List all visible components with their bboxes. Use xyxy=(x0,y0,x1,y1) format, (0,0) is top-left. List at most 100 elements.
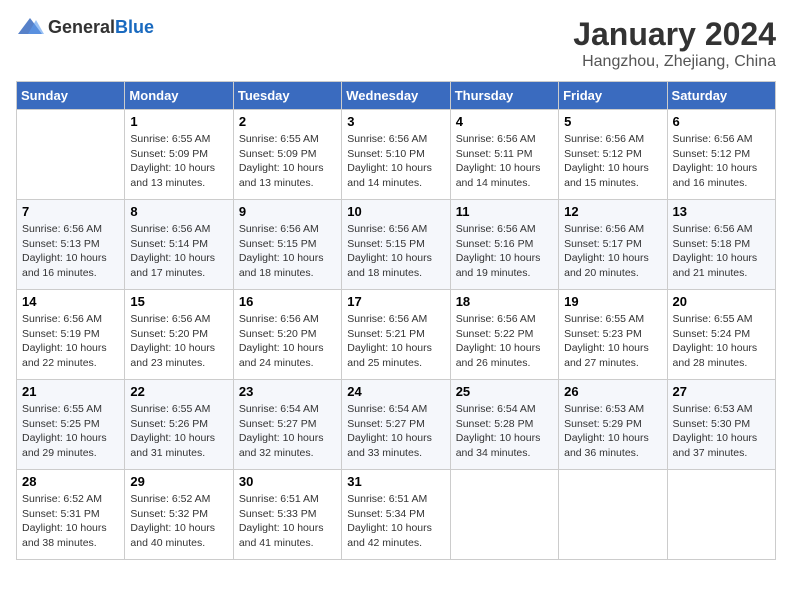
day-number: 23 xyxy=(239,384,336,399)
day-detail: Sunrise: 6:55 AM Sunset: 5:26 PM Dayligh… xyxy=(130,402,227,461)
day-number: 27 xyxy=(673,384,770,399)
day-number: 12 xyxy=(564,204,661,219)
day-header-sunday: Sunday xyxy=(17,82,125,110)
day-detail: Sunrise: 6:52 AM Sunset: 5:31 PM Dayligh… xyxy=(22,492,119,551)
day-number: 20 xyxy=(673,294,770,309)
day-number: 28 xyxy=(22,474,119,489)
day-number: 29 xyxy=(130,474,227,489)
header: GeneralBlue January 2024 Hangzhou, Zheji… xyxy=(16,16,776,71)
calendar-cell: 16 Sunrise: 6:56 AM Sunset: 5:20 PM Dayli… xyxy=(233,290,341,380)
day-detail: Sunrise: 6:56 AM Sunset: 5:22 PM Dayligh… xyxy=(456,312,553,371)
calendar-cell: 2 Sunrise: 6:55 AM Sunset: 5:09 PM Daylig… xyxy=(233,110,341,200)
day-header-saturday: Saturday xyxy=(667,82,775,110)
calendar-cell: 6Sunrise: 6:56 AM Sunset: 5:12 PM Daylig… xyxy=(667,110,775,200)
day-detail: Sunrise: 6:56 AM Sunset: 5:12 PM Dayligh… xyxy=(564,132,661,191)
day-number: 17 xyxy=(347,294,444,309)
day-number: 21 xyxy=(22,384,119,399)
calendar-cell: 20 Sunrise: 6:55 AM Sunset: 5:24 PM Dayli… xyxy=(667,290,775,380)
day-number: 15 xyxy=(130,294,227,309)
day-detail: Sunrise: 6:56 AM Sunset: 5:10 PM Dayligh… xyxy=(347,132,444,191)
day-detail: Sunrise: 6:54 AM Sunset: 5:27 PM Dayligh… xyxy=(347,402,444,461)
day-detail: Sunrise: 6:53 AM Sunset: 5:29 PM Dayligh… xyxy=(564,402,661,461)
day-detail: Sunrise: 6:55 AM Sunset: 5:25 PM Dayligh… xyxy=(22,402,119,461)
day-detail: Sunrise: 6:54 AM Sunset: 5:27 PM Dayligh… xyxy=(239,402,336,461)
calendar-cell: 31 Sunrise: 6:51 AM Sunset: 5:34 PM Dayli… xyxy=(342,470,450,560)
day-number: 18 xyxy=(456,294,553,309)
calendar-cell: 5 Sunrise: 6:56 AM Sunset: 5:12 PM Daylig… xyxy=(559,110,667,200)
day-number: 1 xyxy=(130,114,227,129)
calendar-cell: 28 Sunrise: 6:52 AM Sunset: 5:31 PM Dayli… xyxy=(17,470,125,560)
day-number: 19 xyxy=(564,294,661,309)
day-number: 6 xyxy=(673,114,770,129)
calendar-cell xyxy=(667,470,775,560)
calendar-cell xyxy=(559,470,667,560)
calendar-cell: 8Sunrise: 6:56 AM Sunset: 5:14 PM Daylig… xyxy=(125,200,233,290)
day-number: 24 xyxy=(347,384,444,399)
day-header-thursday: Thursday xyxy=(450,82,558,110)
calendar-cell: 18 Sunrise: 6:56 AM Sunset: 5:22 PM Dayli… xyxy=(450,290,558,380)
logo-blue: Blue xyxy=(115,17,154,37)
calendar-cell xyxy=(17,110,125,200)
day-detail: Sunrise: 6:56 AM Sunset: 5:15 PM Dayligh… xyxy=(347,222,444,281)
header-row: SundayMondayTuesdayWednesdayThursdayFrid… xyxy=(17,82,776,110)
day-detail: Sunrise: 6:56 AM Sunset: 5:16 PM Dayligh… xyxy=(456,222,553,281)
day-detail: Sunrise: 6:55 AM Sunset: 5:24 PM Dayligh… xyxy=(673,312,770,371)
day-detail: Sunrise: 6:51 AM Sunset: 5:34 PM Dayligh… xyxy=(347,492,444,551)
day-detail: Sunrise: 6:56 AM Sunset: 5:15 PM Dayligh… xyxy=(239,222,336,281)
day-header-tuesday: Tuesday xyxy=(233,82,341,110)
calendar-cell: 19 Sunrise: 6:55 AM Sunset: 5:23 PM Dayli… xyxy=(559,290,667,380)
day-number: 25 xyxy=(456,384,553,399)
calendar-cell: 3 Sunrise: 6:56 AM Sunset: 5:10 PM Daylig… xyxy=(342,110,450,200)
day-number: 3 xyxy=(347,114,444,129)
calendar-cell: 1 Sunrise: 6:55 AM Sunset: 5:09 PM Daylig… xyxy=(125,110,233,200)
day-detail: Sunrise: 6:55 AM Sunset: 5:09 PM Dayligh… xyxy=(130,132,227,191)
calendar-table: SundayMondayTuesdayWednesdayThursdayFrid… xyxy=(16,81,776,560)
calendar-cell: 21 Sunrise: 6:55 AM Sunset: 5:25 PM Dayli… xyxy=(17,380,125,470)
day-detail: Sunrise: 6:54 AM Sunset: 5:28 PM Dayligh… xyxy=(456,402,553,461)
day-detail: Sunrise: 6:56 AM Sunset: 5:17 PM Dayligh… xyxy=(564,222,661,281)
week-row-3: 14 Sunrise: 6:56 AM Sunset: 5:19 PM Dayli… xyxy=(17,290,776,380)
day-number: 11 xyxy=(456,204,553,219)
month-title: January 2024 xyxy=(573,16,776,53)
calendar-cell: 30 Sunrise: 6:51 AM Sunset: 5:33 PM Dayli… xyxy=(233,470,341,560)
day-detail: Sunrise: 6:56 AM Sunset: 5:19 PM Dayligh… xyxy=(22,312,119,371)
day-number: 22 xyxy=(130,384,227,399)
day-number: 13 xyxy=(673,204,770,219)
day-detail: Sunrise: 6:51 AM Sunset: 5:33 PM Dayligh… xyxy=(239,492,336,551)
day-number: 14 xyxy=(22,294,119,309)
day-number: 9 xyxy=(239,204,336,219)
calendar-cell: 10Sunrise: 6:56 AM Sunset: 5:15 PM Dayli… xyxy=(342,200,450,290)
title-area: January 2024 Hangzhou, Zhejiang, China xyxy=(573,16,776,71)
day-detail: Sunrise: 6:56 AM Sunset: 5:20 PM Dayligh… xyxy=(130,312,227,371)
calendar-cell: 11 Sunrise: 6:56 AM Sunset: 5:16 PM Dayli… xyxy=(450,200,558,290)
day-number: 2 xyxy=(239,114,336,129)
calendar-cell: 22 Sunrise: 6:55 AM Sunset: 5:26 PM Dayli… xyxy=(125,380,233,470)
day-detail: Sunrise: 6:56 AM Sunset: 5:20 PM Dayligh… xyxy=(239,312,336,371)
week-row-4: 21 Sunrise: 6:55 AM Sunset: 5:25 PM Dayli… xyxy=(17,380,776,470)
calendar-cell: 27 Sunrise: 6:53 AM Sunset: 5:30 PM Dayli… xyxy=(667,380,775,470)
calendar-cell: 15 Sunrise: 6:56 AM Sunset: 5:20 PM Dayli… xyxy=(125,290,233,380)
day-number: 5 xyxy=(564,114,661,129)
calendar-cell: 7 Sunrise: 6:56 AM Sunset: 5:13 PM Daylig… xyxy=(17,200,125,290)
logo-icon xyxy=(16,16,44,38)
logo: GeneralBlue xyxy=(16,16,154,38)
calendar-cell: 25 Sunrise: 6:54 AM Sunset: 5:28 PM Dayli… xyxy=(450,380,558,470)
calendar-cell: 12 Sunrise: 6:56 AM Sunset: 5:17 PM Dayli… xyxy=(559,200,667,290)
day-detail: Sunrise: 6:55 AM Sunset: 5:09 PM Dayligh… xyxy=(239,132,336,191)
day-number: 30 xyxy=(239,474,336,489)
day-number: 7 xyxy=(22,204,119,219)
day-number: 16 xyxy=(239,294,336,309)
calendar-cell: 26 Sunrise: 6:53 AM Sunset: 5:29 PM Dayli… xyxy=(559,380,667,470)
day-number: 26 xyxy=(564,384,661,399)
calendar-cell: 14 Sunrise: 6:56 AM Sunset: 5:19 PM Dayli… xyxy=(17,290,125,380)
day-detail: Sunrise: 6:56 AM Sunset: 5:13 PM Dayligh… xyxy=(22,222,119,281)
day-number: 31 xyxy=(347,474,444,489)
day-detail: Sunrise: 6:56 AM Sunset: 5:14 PM Dayligh… xyxy=(130,222,227,281)
day-detail: Sunrise: 6:55 AM Sunset: 5:23 PM Dayligh… xyxy=(564,312,661,371)
day-detail: Sunrise: 6:56 AM Sunset: 5:18 PM Dayligh… xyxy=(673,222,770,281)
calendar-cell: 23 Sunrise: 6:54 AM Sunset: 5:27 PM Dayli… xyxy=(233,380,341,470)
calendar-cell: 29Sunrise: 6:52 AM Sunset: 5:32 PM Dayli… xyxy=(125,470,233,560)
calendar-cell: 13 Sunrise: 6:56 AM Sunset: 5:18 PM Dayli… xyxy=(667,200,775,290)
day-number: 4 xyxy=(456,114,553,129)
day-detail: Sunrise: 6:53 AM Sunset: 5:30 PM Dayligh… xyxy=(673,402,770,461)
